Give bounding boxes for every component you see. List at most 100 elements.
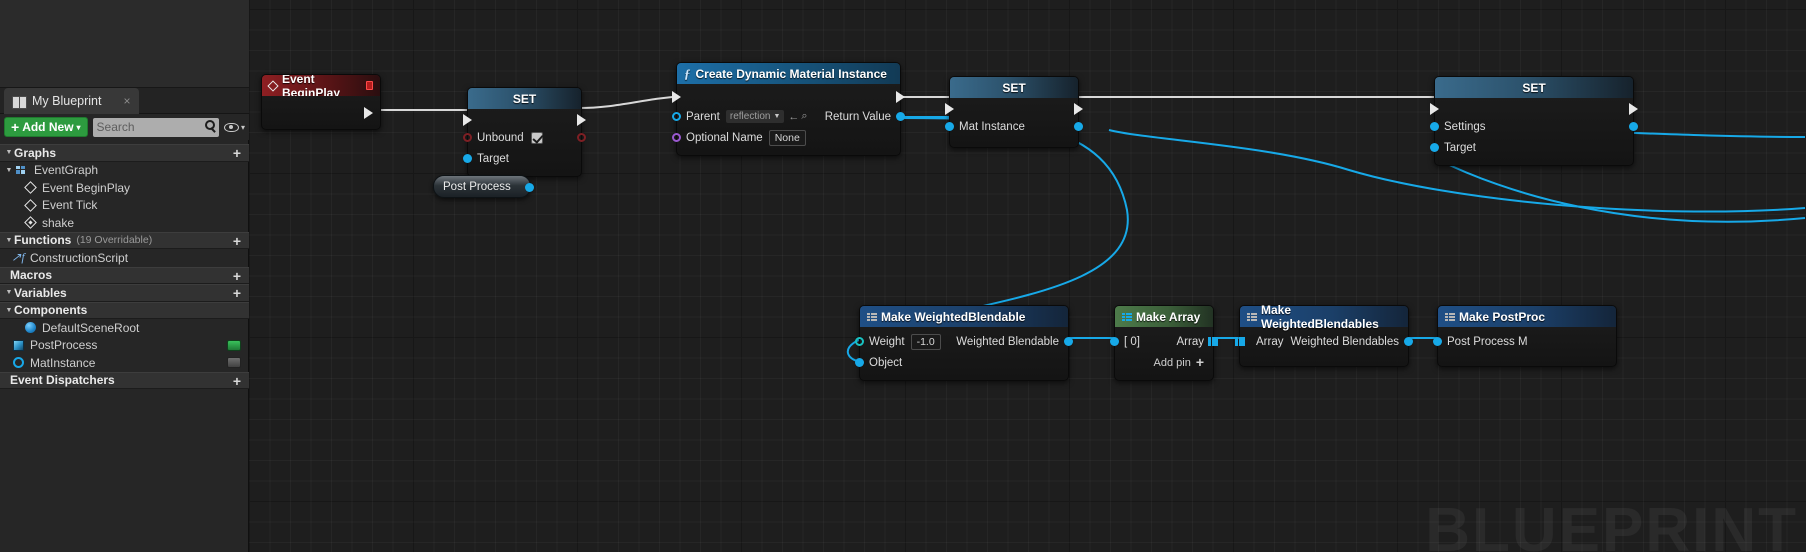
array-out-pin[interactable] — [1208, 337, 1218, 346]
node-set-mat-instance[interactable]: SET Mat Instance — [945, 76, 1083, 148]
disclosure-triangle-icon[interactable]: ▼ — [4, 149, 14, 156]
bool-out-pin[interactable] — [577, 133, 586, 142]
node-header: Event BeginPlay — [262, 75, 380, 96]
use-selected-asset-icon[interactable]: ← — [788, 111, 799, 123]
node-create-dynamic-material-instance[interactable]: ƒ Create Dynamic Material Instance Paren… — [672, 62, 905, 156]
node-header: Make Array — [1115, 306, 1213, 327]
add-dispatcher-button[interactable]: + — [233, 374, 241, 388]
add-variable-button[interactable]: + — [233, 286, 241, 300]
browse-asset-icon[interactable]: ⌕ — [801, 110, 807, 123]
weight-value-field[interactable]: -1.0 — [910, 333, 941, 350]
tree-item-defaultsceneroot[interactable]: DefaultSceneRoot — [0, 319, 249, 337]
tree-section-macros[interactable]: Macros + — [0, 266, 249, 284]
node-body: Post Process M — [1433, 327, 1616, 366]
exec-out-pin[interactable] — [1629, 103, 1638, 115]
object-in-pin-target[interactable] — [463, 154, 472, 163]
tree-item-event-beginplay[interactable]: Event BeginPlay — [0, 179, 249, 197]
exec-in-pin[interactable] — [1430, 103, 1439, 115]
struct-in-pin-settings[interactable] — [1430, 122, 1439, 131]
exec-out-pin[interactable] — [1074, 103, 1083, 115]
exec-in-pin[interactable] — [672, 91, 681, 103]
node-event-beginplay[interactable]: Event BeginPlay — [261, 74, 381, 130]
bool-in-pin-unbound[interactable] — [463, 133, 472, 142]
node-make-array[interactable]: Make Array [ 0] Array Add pin + — [1110, 305, 1218, 381]
tree-section-components[interactable]: ▼ Components — [0, 301, 249, 319]
exec-in-pin[interactable] — [463, 114, 472, 126]
close-icon[interactable]: × — [123, 94, 130, 108]
tree-section-event-dispatchers[interactable]: Event Dispatchers + — [0, 371, 249, 389]
parent-material-dropdown[interactable]: reflection ▼ — [725, 110, 785, 123]
array-in-pin[interactable] — [1235, 337, 1245, 346]
node-header: ƒ Create Dynamic Material Instance — [677, 63, 900, 84]
node-header: SET — [950, 77, 1078, 98]
tree-item-eventgraph[interactable]: ▼ EventGraph — [0, 162, 249, 180]
diamond-icon — [22, 198, 38, 212]
add-new-button[interactable]: + Add New ▾ — [4, 117, 88, 137]
disclosure-triangle-icon[interactable]: ▼ — [4, 289, 14, 296]
visibility-filter-button[interactable]: ▾ — [223, 122, 245, 132]
node-body: Array Weighted Blendables — [1235, 327, 1413, 366]
object-out-pin-return-value[interactable] — [896, 112, 905, 121]
tree-section-graphs[interactable]: ▼ Graphs + — [0, 144, 249, 162]
name-in-pin-optional[interactable] — [672, 133, 681, 142]
struct-out-pin-weighted-blendables[interactable] — [1404, 337, 1413, 346]
pin-row-optional-name: Optional Name None — [672, 127, 900, 148]
exec-out-pin[interactable] — [577, 114, 586, 126]
tree-section-functions[interactable]: ▼ Functions (19 Overridable) + — [0, 231, 249, 249]
unbound-checkbox[interactable] — [530, 131, 543, 144]
object-out-pin-mat-instance[interactable] — [1074, 122, 1083, 131]
add-pin-button[interactable]: Add pin + — [1115, 352, 1213, 373]
pin-row-parent: Parent reflection ▼ ← ⌕ Return Value — [672, 106, 905, 127]
add-graph-button[interactable]: + — [233, 146, 241, 160]
optional-name-field[interactable]: None — [768, 129, 806, 146]
gray-swatch-icon — [227, 357, 241, 368]
function-icon: ↗f — [11, 250, 25, 265]
exec-in-pin[interactable] — [945, 103, 954, 115]
float-in-pin-weight[interactable] — [855, 337, 864, 346]
object-in-pin-target[interactable] — [1430, 143, 1439, 152]
exec-out-pin[interactable] — [364, 107, 373, 119]
node-set-unbound[interactable]: SET Unbound Target — [463, 87, 586, 177]
tree-item-label: Event Tick — [42, 198, 98, 213]
event-delegate-pin[interactable] — [365, 81, 373, 90]
tree-item-constructionscript[interactable]: ↗f ConstructionScript — [0, 249, 249, 267]
object-out-pin[interactable] — [525, 183, 534, 192]
struct-out-pin-settings[interactable] — [1629, 122, 1638, 131]
tree-item-shake[interactable]: shake — [0, 214, 249, 232]
disclosure-triangle-icon[interactable]: ▼ — [4, 167, 14, 174]
tab-my-blueprint[interactable]: My Blueprint × — [4, 88, 139, 114]
array-element-in-pin-0[interactable] — [1110, 337, 1119, 346]
tree-item-postprocess[interactable]: PostProcess — [0, 337, 249, 355]
add-function-button[interactable]: + — [233, 234, 241, 248]
node-set-settings[interactable]: SET Settings Target — [1430, 76, 1638, 166]
graph-icon — [14, 165, 30, 175]
struct-in-pin-post-process[interactable] — [1433, 337, 1442, 346]
node-make-weightedblendable[interactable]: Make WeightedBlendable Weight -1.0 Weigh… — [855, 305, 1073, 381]
tree-item-event-tick[interactable]: Event Tick — [0, 197, 249, 215]
struct-out-pin-weighted-blendable[interactable] — [1064, 337, 1073, 346]
add-macro-button[interactable]: + — [233, 269, 241, 283]
event-graph-canvas[interactable]: Event BeginPlay SET Unbound Target Post … — [249, 0, 1806, 552]
diamond-icon — [22, 181, 38, 195]
material-in-pin-parent[interactable] — [672, 112, 681, 121]
node-title: Event BeginPlay — [282, 75, 341, 96]
search-input[interactable]: Search — [92, 117, 219, 137]
tree-section-variables[interactable]: ▼ Variables + — [0, 284, 249, 302]
node-post-process-variable[interactable]: Post Process — [433, 175, 534, 198]
search-placeholder: Search — [96, 120, 135, 134]
node-make-weightedblendables[interactable]: Make WeightedBlendables Array Weighted B… — [1235, 303, 1413, 367]
tree-item-matinstance[interactable]: MatInstance — [0, 354, 249, 372]
exec-out-pin[interactable] — [896, 91, 905, 103]
tree-section-label: Macros — [10, 268, 53, 283]
node-body: [ 0] Array Add pin + — [1110, 327, 1218, 380]
node-make-postprocess-settings[interactable]: Make PostProc Post Process M — [1433, 305, 1617, 367]
disclosure-triangle-icon[interactable]: ▼ — [4, 237, 14, 244]
node-title: Make PostProc — [1459, 309, 1546, 324]
disclosure-triangle-icon[interactable]: ▼ — [4, 307, 14, 314]
object-in-pin-mat-instance[interactable] — [945, 122, 954, 131]
tree-item-label: DefaultSceneRoot — [42, 320, 140, 335]
object-in-pin-object[interactable] — [855, 358, 864, 367]
pin-row-unbound: Unbound — [463, 127, 586, 148]
pin-label-out: Array — [1176, 335, 1204, 348]
make-struct-icon — [867, 312, 877, 321]
